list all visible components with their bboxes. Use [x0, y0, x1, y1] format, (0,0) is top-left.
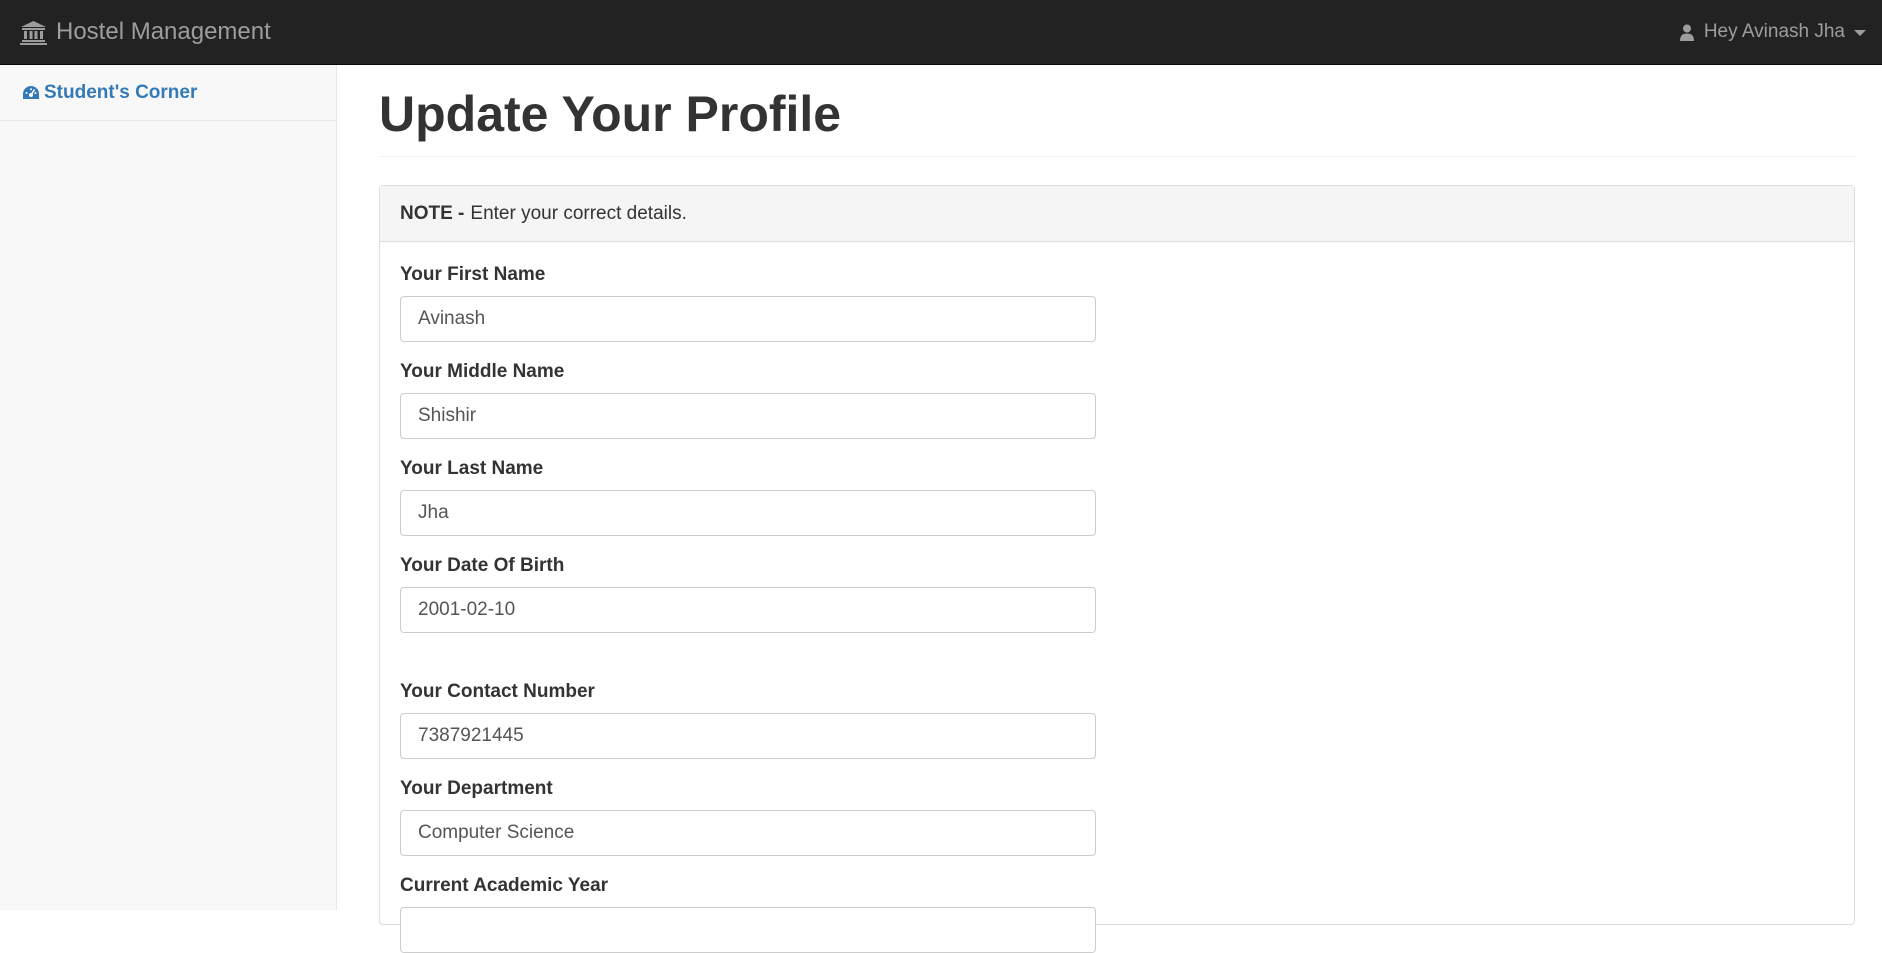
- academic-year-group: Current Academic Year: [400, 875, 1834, 953]
- user-dropdown-toggle[interactable]: Hey Avinash Jha: [1679, 0, 1866, 64]
- brand-link[interactable]: Hostel Management: [20, 0, 271, 64]
- middle-name-group: Your Middle Name: [400, 361, 1834, 439]
- middle-name-label: Your Middle Name: [400, 361, 565, 382]
- chevron-down-icon: [1854, 30, 1866, 36]
- contact-group: Your Contact Number: [400, 681, 1834, 759]
- dob-field[interactable]: [400, 587, 1096, 633]
- dob-label: Your Date Of Birth: [400, 555, 565, 576]
- sidebar-item-label: Student's Corner: [44, 81, 198, 103]
- user-icon: [1679, 24, 1694, 41]
- sidebar-item-students-corner[interactable]: Student's Corner: [0, 65, 336, 121]
- profile-form: Your First Name Your Middle Name Your La…: [380, 242, 1854, 953]
- sidebar: Student's Corner: [0, 65, 337, 910]
- first-name-group: Your First Name: [400, 264, 1834, 342]
- department-group: Your Department: [400, 778, 1834, 856]
- dashboard-icon: [22, 85, 40, 101]
- last-name-label: Your Last Name: [400, 458, 544, 479]
- institution-icon: [20, 20, 47, 45]
- last-name-group: Your Last Name: [400, 458, 1834, 536]
- note-label: NOTE -: [400, 202, 465, 224]
- note-text: Enter your correct details.: [470, 202, 687, 224]
- first-name-label: Your First Name: [400, 264, 546, 285]
- last-name-field[interactable]: [400, 490, 1096, 536]
- academic-year-field[interactable]: [400, 907, 1096, 953]
- user-greeting: Hey Avinash Jha: [1703, 21, 1845, 42]
- dob-group: Your Date Of Birth: [400, 555, 1834, 633]
- top-navbar: Hostel Management Hey Avinash Jha: [0, 0, 1882, 65]
- department-field[interactable]: [400, 810, 1096, 856]
- contact-label: Your Contact Number: [400, 681, 595, 702]
- note-heading: NOTE - Enter your correct details.: [380, 186, 1854, 242]
- first-name-field[interactable]: [400, 296, 1096, 342]
- contact-number-field[interactable]: [400, 713, 1096, 759]
- form-spacer: [400, 652, 1834, 681]
- middle-name-field[interactable]: [400, 393, 1096, 439]
- department-label: Your Department: [400, 778, 553, 799]
- page-title: Update Your Profile: [379, 65, 1855, 157]
- brand-label: Hostel Management: [56, 18, 271, 45]
- main-content: Update Your Profile NOTE - Enter your co…: [379, 65, 1855, 953]
- academic-year-label: Current Academic Year: [400, 875, 609, 896]
- profile-panel: NOTE - Enter your correct details. Your …: [379, 185, 1855, 953]
